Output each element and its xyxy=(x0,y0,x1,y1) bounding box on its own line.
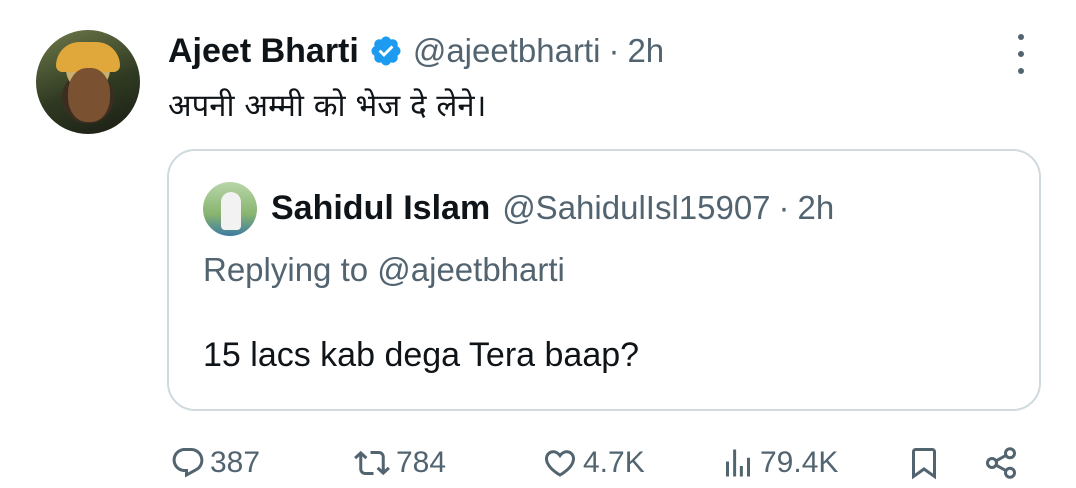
quoted-author-handle[interactable]: @SahidulIsl15907 xyxy=(502,189,770,227)
quoted-tweet-time[interactable]: 2h xyxy=(798,189,835,227)
quoted-tweet-text: 15 lacs kab dega Tera baap? xyxy=(203,336,640,374)
like-count: 4.7K xyxy=(583,446,645,479)
bookmark-icon xyxy=(906,445,942,481)
repost-button[interactable]: 784 xyxy=(352,440,446,486)
quoted-author-name[interactable]: Sahidul Islam xyxy=(271,189,490,228)
tweet-header: Ajeet Bharti @ajeetbharti · 2h xyxy=(168,28,664,74)
views-button[interactable]: 79.4K xyxy=(720,440,838,486)
action-bar: 387 784 4.7K 79.4K xyxy=(0,440,1076,488)
share-icon xyxy=(982,445,1020,481)
heart-icon xyxy=(541,445,579,481)
replying-to: Replying to @ajeetbharti xyxy=(203,251,565,288)
views-count: 79.4K xyxy=(760,446,839,479)
views-icon xyxy=(720,445,756,481)
bookmark-button[interactable] xyxy=(906,440,942,486)
verified-badge-icon xyxy=(369,34,403,68)
repost-count: 784 xyxy=(396,446,447,479)
author-name[interactable]: Ajeet Bharti xyxy=(168,32,359,71)
quoted-tweet[interactable]: Sahidul Islam @SahidulIsl15907 · 2h Repl… xyxy=(167,149,1041,411)
tweet-text: अपनी अम्मी को भेज दे लेने। xyxy=(168,88,487,124)
reply-button[interactable]: 387 xyxy=(170,440,260,486)
quoted-author-avatar[interactable] xyxy=(203,182,257,236)
avatar-face xyxy=(68,68,110,122)
reply-count: 387 xyxy=(210,446,261,479)
tweet-time[interactable]: 2h xyxy=(627,32,664,70)
separator-dot: · xyxy=(778,189,790,226)
author-handle[interactable]: @ajeetbharti xyxy=(413,32,601,70)
more-icon[interactable] xyxy=(1010,34,1032,74)
repost-icon xyxy=(352,445,392,481)
like-button[interactable]: 4.7K xyxy=(541,440,645,486)
share-button[interactable] xyxy=(982,440,1020,486)
reply-icon xyxy=(170,445,206,481)
quoted-tweet-header: Sahidul Islam @SahidulIsl15907 · 2h xyxy=(271,185,834,231)
avatar-figure xyxy=(221,192,241,230)
separator-dot: · xyxy=(608,32,620,69)
author-avatar[interactable] xyxy=(36,30,140,134)
